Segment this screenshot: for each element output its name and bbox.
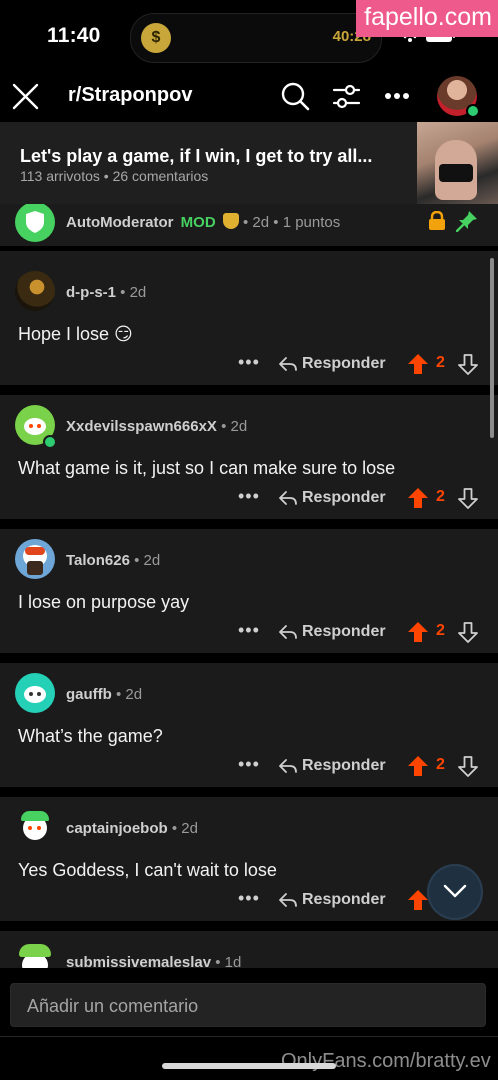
watermark-bottom: OnlyFans.com/bratty.ev (281, 1050, 491, 1072)
reply-button[interactable]: Responder (278, 891, 386, 909)
upvote-icon[interactable] (407, 755, 429, 777)
reply-icon (279, 759, 297, 773)
comment-body: What’s the game? (18, 726, 163, 746)
comment-feed[interactable]: AutoModerator MOD • 2d • 1 puntos d-p-s-… (0, 204, 498, 968)
more-options-icon[interactable]: ••• (238, 487, 260, 505)
reply-label: Responder (302, 757, 386, 774)
mod-badge: MOD (180, 214, 216, 231)
vote-score: 2 (436, 756, 445, 773)
filter-icon[interactable] (332, 83, 361, 110)
status-time: 11:40 (47, 24, 101, 47)
upvote-icon[interactable] (407, 487, 429, 509)
reply-button[interactable]: Responder (278, 489, 386, 507)
upvote-icon[interactable] (407, 353, 429, 375)
reply-icon (279, 491, 297, 505)
comment-actions: ••• Responder 2 (0, 353, 498, 379)
comment-time: • 2d (171, 820, 198, 837)
reply-label: Responder (302, 891, 386, 908)
next-comment-button[interactable] (429, 866, 481, 918)
online-status-dot (466, 104, 480, 118)
comment-author[interactable]: Talon626 (66, 552, 130, 569)
comment-author[interactable]: captainjoebob (66, 820, 168, 837)
comment-time: • 2d (221, 418, 248, 435)
close-icon[interactable] (12, 83, 39, 110)
comment-time: • 1d (215, 954, 242, 968)
comment-card[interactable]: Talon626 • 2d I lose on purpose yay ••• … (0, 529, 498, 653)
comment-time: • 2d (120, 284, 147, 301)
reply-button[interactable]: Responder (278, 355, 386, 373)
add-comment-input[interactable]: Añadir un comentario (10, 983, 486, 1027)
reply-icon (279, 893, 297, 907)
comment-actions: ••• Responder 2 (0, 621, 498, 647)
shield-icon (15, 204, 55, 242)
reply-label: Responder (302, 355, 386, 372)
watermark-top: fapello.com (356, 0, 498, 37)
subreddit-title[interactable]: r/Straponpov (68, 84, 192, 107)
downvote-icon[interactable] (457, 755, 479, 777)
divider (0, 1036, 498, 1037)
comment-author[interactable]: AutoModerator (66, 214, 174, 231)
post-meta: 113 arrivotos • 26 comentarios (20, 168, 209, 184)
lock-icon (429, 211, 445, 230)
comment-author[interactable]: gauffb (66, 686, 112, 703)
reply-button[interactable]: Responder (278, 623, 386, 641)
comment-actions: ••• Responder 2 (0, 487, 498, 513)
more-options-icon[interactable]: ••• (238, 353, 260, 371)
reply-label: Responder (302, 489, 386, 506)
status-bar: 11:40 $ 40:28 fapello.com (0, 0, 498, 72)
comment-body: Yes Goddess, I can't wait to lose (18, 860, 277, 880)
downvote-icon[interactable] (457, 621, 479, 643)
comment-card[interactable]: gauffb • 2d What’s the game? ••• Respond… (0, 663, 498, 787)
vote-score: 2 (436, 354, 445, 371)
comment-meta: • 2d • 1 puntos (243, 214, 341, 231)
vote-score: 2 (436, 488, 445, 505)
comment-time: • 2d (134, 552, 161, 569)
comment-actions: ••• Responder 2 (0, 755, 498, 781)
avatar[interactable] (15, 271, 55, 311)
pin-icon (456, 211, 477, 232)
reply-icon (279, 357, 297, 371)
dynamic-island[interactable]: $ 40:28 (130, 13, 382, 63)
comment-body: Hope I lose 😏 (18, 324, 133, 344)
avatar[interactable] (15, 673, 55, 713)
avatar[interactable] (15, 807, 55, 847)
chevron-down-icon (443, 884, 467, 898)
comment-card[interactable]: submissivemaleslav • 1d (0, 931, 498, 968)
automod-comment[interactable]: AutoModerator MOD • 2d • 1 puntos (0, 204, 498, 246)
dollar-coin-icon: $ (141, 23, 171, 53)
vote-score: 2 (436, 622, 445, 639)
post-title[interactable]: Let's play a game, if I win, I get to tr… (20, 146, 405, 167)
more-options-icon[interactable]: ••• (238, 755, 260, 773)
reply-icon (279, 625, 297, 639)
comment-actions: ••• Responder (0, 889, 498, 915)
mod-shield-icon (222, 213, 239, 229)
more-icon[interactable] (384, 92, 410, 100)
reply-label: Responder (302, 623, 386, 640)
comment-card[interactable]: d-p-s-1 • 2d Hope I lose 😏 ••• Responder… (0, 251, 498, 385)
downvote-icon[interactable] (457, 353, 479, 375)
reply-button[interactable]: Responder (278, 757, 386, 775)
avatar[interactable] (15, 941, 55, 968)
more-options-icon[interactable]: ••• (238, 621, 260, 639)
comment-card[interactable]: captainjoebob • 2d Yes Goddess, I can't … (0, 797, 498, 921)
upvote-icon[interactable] (407, 889, 429, 911)
more-options-icon[interactable]: ••• (238, 889, 260, 907)
post-thumbnail[interactable] (417, 122, 498, 204)
comment-author[interactable]: d-p-s-1 (66, 284, 116, 301)
search-icon[interactable] (280, 81, 310, 111)
comment-body: What game is it, just so I can make sure… (18, 458, 396, 478)
comment-author[interactable]: submissivemaleslav (66, 954, 211, 968)
comment-card[interactable]: Xxdevilsspawn666xX • 2d What game is it,… (0, 395, 498, 519)
scrollbar[interactable] (490, 258, 494, 438)
comment-time: • 2d (116, 686, 143, 703)
upvote-icon[interactable] (407, 621, 429, 643)
downvote-icon[interactable] (457, 487, 479, 509)
avatar[interactable] (15, 539, 55, 579)
comment-author[interactable]: Xxdevilsspawn666xX (66, 418, 217, 435)
home-indicator[interactable] (162, 1063, 336, 1069)
comment-body: I lose on purpose yay (18, 592, 190, 612)
online-status-dot (43, 435, 57, 449)
